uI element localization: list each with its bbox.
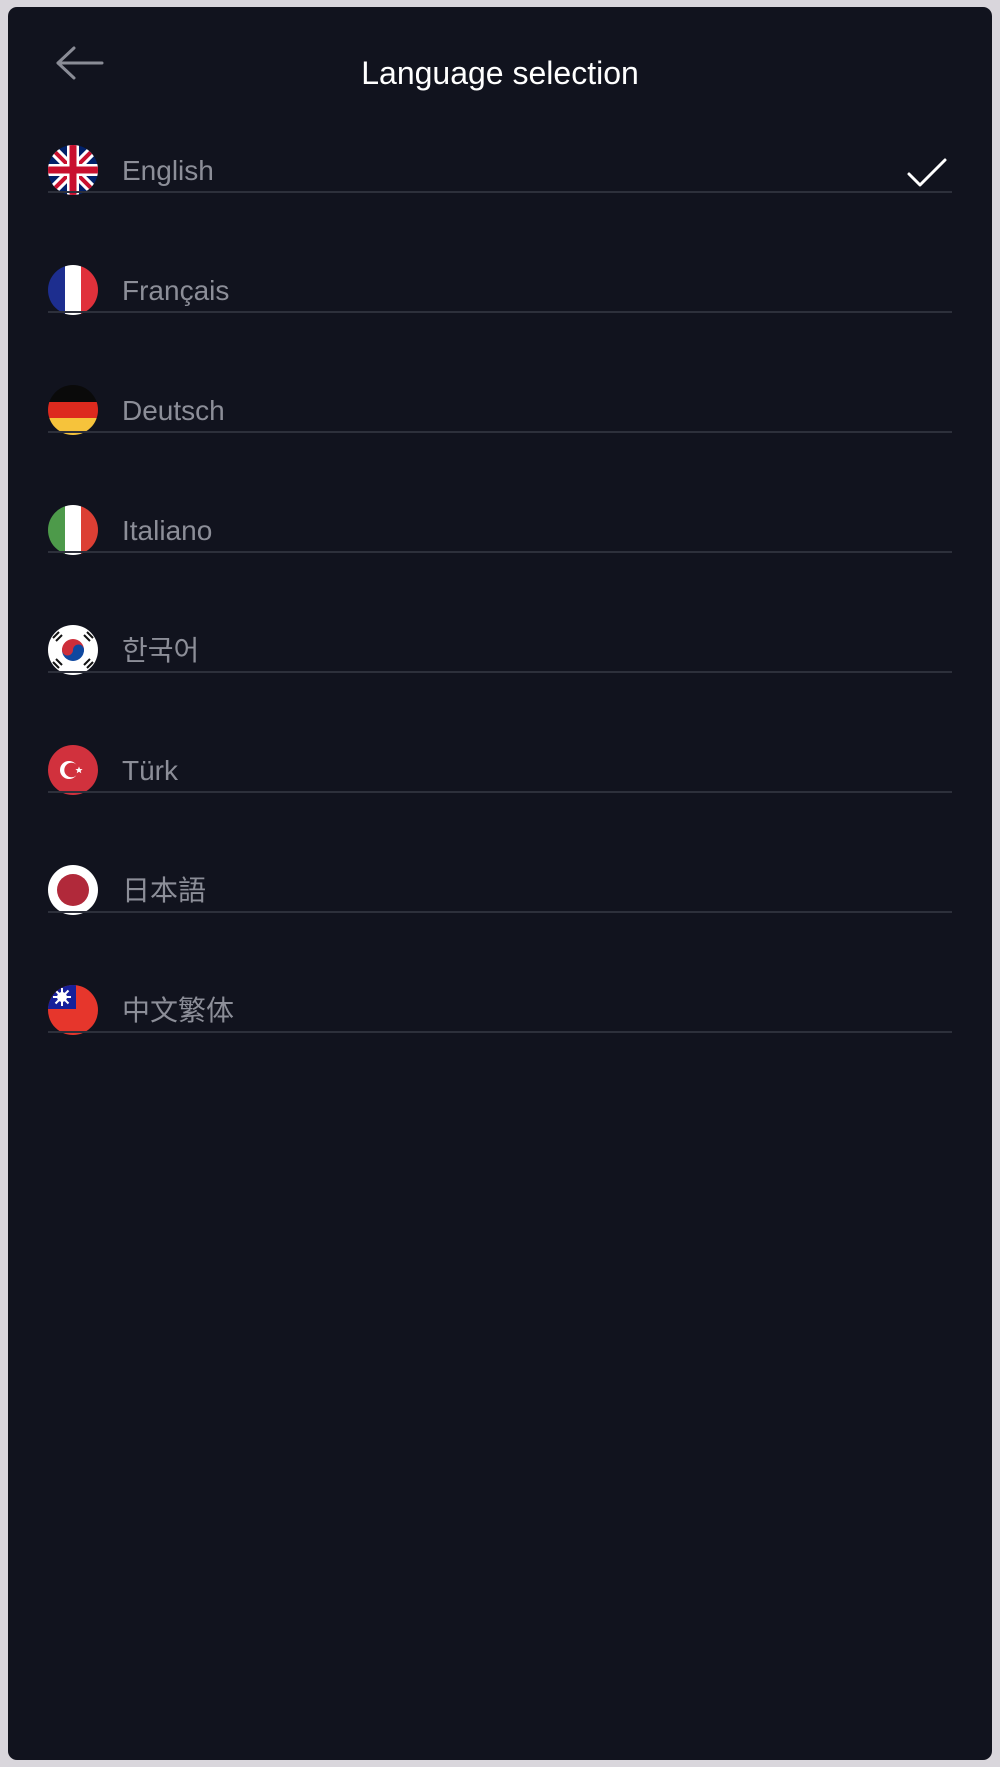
language-item-turkish[interactable]: Türk <box>48 735 960 855</box>
language-item-traditional-chinese[interactable]: 中文繁体 <box>48 975 960 1095</box>
divider <box>48 671 952 673</box>
language-item-french[interactable]: Français <box>48 255 960 375</box>
checkmark-icon <box>907 158 947 187</box>
language-label: 中文繁体 <box>122 995 235 1026</box>
language-label: Türk <box>122 755 178 786</box>
page-title: Language selection <box>361 55 639 91</box>
uk-flag-icon <box>48 145 98 195</box>
germany-flag-icon <box>48 385 98 435</box>
korea-flag-icon <box>48 625 98 675</box>
turkey-flag-icon <box>48 745 98 795</box>
language-item-italian[interactable]: Italiano <box>48 495 960 615</box>
language-label: Italiano <box>122 515 213 546</box>
divider <box>48 431 952 433</box>
divider <box>48 551 952 553</box>
france-flag-icon <box>48 265 98 315</box>
divider <box>48 311 952 313</box>
language-label: 한국어 <box>122 635 200 666</box>
language-selection-screen: Language selection English Français Deut… <box>8 7 992 1760</box>
language-item-korean[interactable]: 한국어 <box>48 615 960 735</box>
language-label: 日本語 <box>122 875 207 906</box>
language-label: English <box>122 155 214 186</box>
header: Language selection <box>8 7 992 127</box>
divider <box>48 191 952 193</box>
divider <box>48 791 952 793</box>
language-item-japanese[interactable]: 日本語 <box>48 855 960 975</box>
language-item-english[interactable]: English <box>48 135 960 255</box>
language-label: Deutsch <box>122 395 225 426</box>
italy-flag-icon <box>48 505 98 555</box>
taiwan-flag-icon <box>48 985 98 1035</box>
divider <box>48 911 952 913</box>
language-item-german[interactable]: Deutsch <box>48 375 960 495</box>
language-label: Français <box>122 275 230 306</box>
japan-flag-icon <box>48 865 98 915</box>
language-list: English Français Deutsch Italiano 한국어 Tü… <box>48 135 960 1095</box>
divider <box>48 1031 952 1033</box>
